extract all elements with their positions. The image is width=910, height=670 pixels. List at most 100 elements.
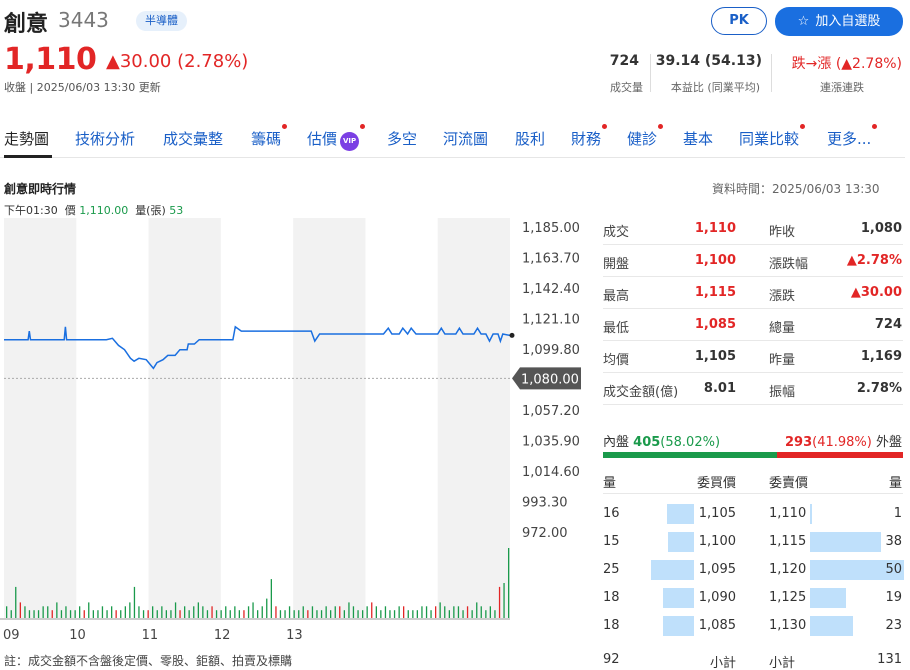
ask-price: 1,110 <box>769 506 807 521</box>
hover-volume-value: 53 <box>169 204 184 217</box>
data-time: 資料時間：2025/06/03 13:30 <box>712 182 880 196</box>
add-to-watchlist-button[interactable]: ☆ 加入自選股 <box>775 7 903 36</box>
intraday-chart[interactable]: 1,185.00 1,163.70 1,142.40 1,121.10 1,099.80… <box>0 218 590 668</box>
bid-volume: 15 <box>603 534 620 549</box>
tab-3[interactable]: 籌碼 <box>251 124 288 149</box>
volume-bar <box>266 598 268 618</box>
update-meta: 收盤 | 2025/06/03 13:30 更新 <box>4 81 161 94</box>
volume-bar <box>407 610 409 618</box>
stock-code: 3443 <box>58 8 109 32</box>
ask-volume: 19 <box>885 590 902 605</box>
inner-label: 內盤 <box>603 435 630 450</box>
bid-depth-bar <box>666 504 694 524</box>
volume-bar <box>193 606 195 618</box>
tab-8[interactable]: 財務 <box>571 124 608 149</box>
volume-bar <box>380 610 382 618</box>
volume-bar <box>152 606 154 618</box>
tab-2[interactable]: 成交彙整 <box>163 128 223 149</box>
volume-bar <box>165 610 167 618</box>
quote-label: 漲跌幅 <box>769 257 809 272</box>
volume-bar <box>307 610 309 618</box>
footnote: 註：成交金額不含盤後定價、零股、鉅額、拍賣及標購 <box>4 654 293 668</box>
outer-summary: 293(41.98%) 外盤 <box>785 431 902 450</box>
tab-5[interactable]: 多空 <box>387 128 417 149</box>
hover-volume-label: 量(張) <box>135 204 166 217</box>
bid-depth-bar <box>651 560 694 580</box>
volume-bar <box>393 610 396 618</box>
session-band <box>293 218 366 618</box>
volume-bar <box>220 610 222 618</box>
bid-subtotal: 92 <box>603 652 620 667</box>
volume-bar <box>170 610 172 618</box>
tab-11[interactable]: 同業比較 <box>739 124 806 149</box>
volume-bar <box>448 610 450 618</box>
tab-0[interactable]: 走勢圖 <box>4 128 49 149</box>
ask-price: 1,120 <box>769 562 807 577</box>
tab-10[interactable]: 基本 <box>683 128 713 149</box>
last-price: 1,110 <box>4 42 97 77</box>
volume-bar <box>156 610 158 618</box>
volume-bar <box>389 610 391 618</box>
inner-bar-fill <box>603 452 778 458</box>
volume-bar <box>480 606 482 618</box>
ask-depth-bar <box>810 616 854 636</box>
ask-subtotal-label: 小計 <box>769 656 796 670</box>
ask-depth-bar <box>810 588 846 608</box>
volume-bar <box>494 610 496 618</box>
quote-label: 最低 <box>603 321 630 336</box>
x-tick-label: 12 <box>214 628 231 643</box>
tab-1[interactable]: 技術分析 <box>75 128 135 149</box>
bid-volume-header: 量 <box>603 476 617 491</box>
bid-price-header: 委買價 <box>696 476 736 491</box>
ask-price: 1,125 <box>769 590 807 605</box>
tab-9[interactable]: 健診 <box>627 124 664 149</box>
quote-label: 振幅 <box>769 385 796 400</box>
tab-label: 成交彙整 <box>163 130 224 148</box>
pk-button[interactable]: PK <box>711 7 767 35</box>
quote-value: 1,100 <box>694 253 736 268</box>
volume-bar <box>270 579 272 618</box>
quote-label: 昨量 <box>769 353 796 368</box>
ask-depth-bar <box>810 504 812 524</box>
quote-value: 1,110 <box>694 221 736 236</box>
bid-depth-bar <box>668 532 694 552</box>
tab-4[interactable]: 估價 VIP <box>307 124 366 151</box>
tab-6[interactable]: 河流圖 <box>443 128 488 149</box>
volume-bar <box>384 606 387 618</box>
volume-bar <box>476 602 478 618</box>
volume-bar <box>421 606 423 618</box>
volume-bar <box>498 586 501 618</box>
volume-bar <box>179 610 181 618</box>
volume-bar <box>298 610 300 618</box>
y-tick-label: 1,185.00 <box>522 221 580 236</box>
quote-value: 1,085 <box>694 317 736 332</box>
quote-value: 2.78% <box>856 381 902 396</box>
volume-bar <box>288 606 291 618</box>
tab-12[interactable]: 更多... <box>827 124 878 149</box>
y-tick-label: 1,099.80 <box>522 343 580 358</box>
volume-bar <box>106 610 108 618</box>
ask-volume-header: 量 <box>888 476 902 491</box>
tab-7[interactable]: 股利 <box>515 128 545 149</box>
industry-tag[interactable]: 半導體 <box>136 11 187 31</box>
volume-bar <box>485 610 487 618</box>
volume-bar <box>174 602 177 618</box>
volume-bar <box>348 602 350 618</box>
volume-bar <box>74 610 76 618</box>
quote-label: 均價 <box>603 353 630 368</box>
bid-price: 1,095 <box>698 562 736 577</box>
row-divider <box>603 244 903 245</box>
volume-bar <box>366 606 368 618</box>
outer-pct: (41.98%) <box>812 435 872 450</box>
row-divider <box>603 372 903 373</box>
volume-bar <box>37 610 40 618</box>
volume-bar <box>471 610 473 618</box>
quote-label: 成交金額(億) <box>603 385 679 400</box>
row-divider <box>603 276 903 277</box>
bid-depth-bar <box>663 588 694 608</box>
ask-subtotal: 131 <box>877 652 902 667</box>
quote-label: 最高 <box>603 289 630 304</box>
volume-bar <box>88 602 90 618</box>
volume-bar <box>184 606 186 618</box>
volume-bar <box>60 610 63 618</box>
